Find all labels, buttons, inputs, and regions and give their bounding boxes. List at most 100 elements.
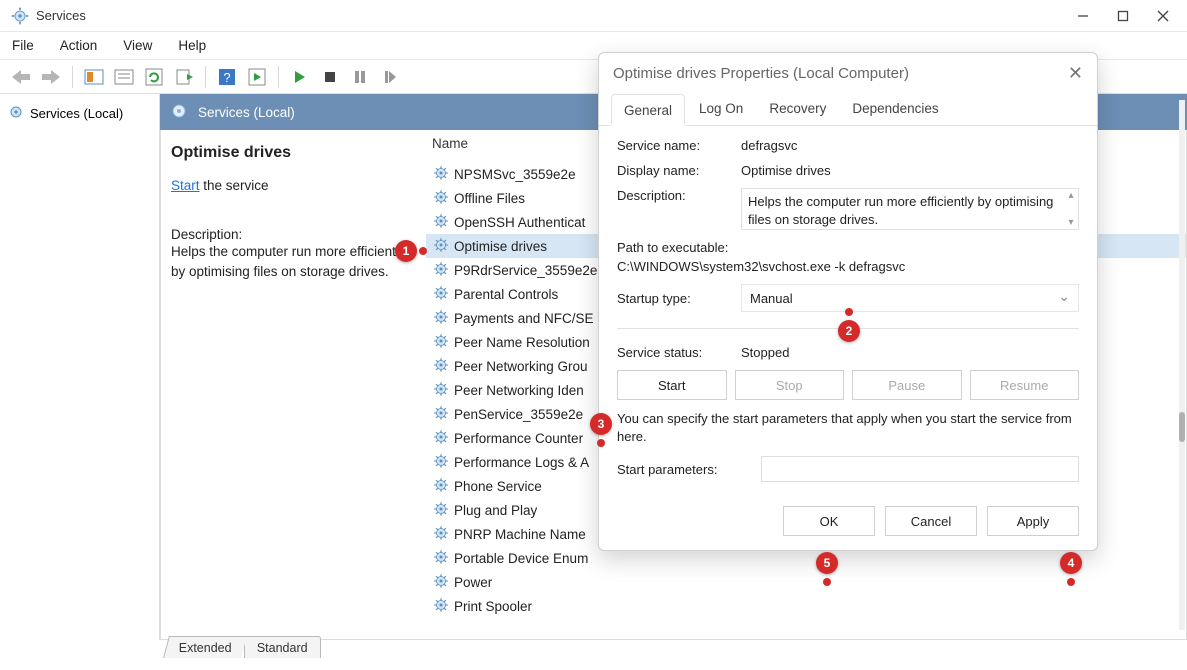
start-link[interactable]: Start <box>171 178 200 193</box>
pause-button: Pause <box>852 370 962 400</box>
gear-icon <box>432 284 450 305</box>
menu-file[interactable]: File <box>12 38 34 53</box>
service-name: Print Spooler <box>454 599 532 614</box>
dialog-title: Optimise drives Properties (Local Comput… <box>613 65 909 82</box>
export-button[interactable] <box>171 64 197 90</box>
service-name: Optimise drives <box>454 239 547 254</box>
resume-button: Resume <box>970 370 1080 400</box>
close-button[interactable] <box>1155 8 1171 24</box>
content-header-title: Services (Local) <box>198 105 295 120</box>
tree-node-label: Services (Local) <box>30 106 123 121</box>
service-name: Payments and NFC/SE <box>454 311 594 326</box>
dialog-close-button[interactable]: ✕ <box>1068 63 1083 84</box>
gear-icon <box>432 452 450 473</box>
properties-dialog: Optimise drives Properties (Local Comput… <box>598 52 1098 551</box>
services-icon <box>10 6 30 26</box>
description-value: Helps the computer run more efficiently … <box>748 194 1053 227</box>
gear-icon <box>432 260 450 281</box>
service-name: PenService_3559e2e <box>454 407 583 422</box>
gear-icon <box>432 356 450 377</box>
gear-icon <box>432 236 450 257</box>
service-name: Peer Name Resolution <box>454 335 590 350</box>
gear-icon <box>432 164 450 185</box>
refresh-button[interactable] <box>141 64 167 90</box>
selection-pane: Optimise drives Start the service Descri… <box>161 130 426 639</box>
start-button[interactable]: Start <box>617 370 727 400</box>
gear-icon <box>432 404 450 425</box>
path-value: C:\WINDOWS\system32\svchost.exe -k defra… <box>617 259 1079 274</box>
service-name: Peer Networking Iden <box>454 383 584 398</box>
tab-recovery[interactable]: Recovery <box>757 93 838 125</box>
pause-button[interactable] <box>347 64 373 90</box>
service-name: P9RdrService_3559e2e <box>454 263 597 278</box>
gear-icon <box>170 102 188 123</box>
play-button[interactable] <box>287 64 313 90</box>
service-row[interactable]: Print Spooler <box>426 594 1186 618</box>
start-suffix: the service <box>200 178 269 193</box>
startup-type-label: Startup type: <box>617 291 737 306</box>
gear-icon <box>432 380 450 401</box>
tree-node-services-local[interactable]: Services (Local) <box>6 102 153 125</box>
window-title: Services <box>36 8 86 23</box>
start-params-label: Start parameters: <box>617 462 757 477</box>
display-name-value: Optimise drives <box>741 163 1079 178</box>
menu-view[interactable]: View <box>123 38 152 53</box>
service-name: Offline Files <box>454 191 525 206</box>
tab-extended[interactable]: Extended <box>163 636 247 658</box>
gear-icon <box>432 500 450 521</box>
service-name: NPSMSvc_3559e2e <box>454 167 576 182</box>
scrollbar-thumb[interactable] <box>1179 412 1185 442</box>
service-name: Portable Device Enum <box>454 551 588 566</box>
dialog-titlebar: Optimise drives Properties (Local Comput… <box>599 53 1097 93</box>
tab-logon[interactable]: Log On <box>687 93 755 125</box>
menu-action[interactable]: Action <box>60 38 98 53</box>
gear-icon <box>432 548 450 569</box>
tab-dependencies[interactable]: Dependencies <box>840 93 950 125</box>
description-label: Description: <box>617 188 737 230</box>
tab-general[interactable]: General <box>611 94 685 126</box>
service-name: Performance Logs & A <box>454 455 589 470</box>
forward-button[interactable] <box>38 64 64 90</box>
callout-5: 5 <box>816 552 838 574</box>
ok-button[interactable]: OK <box>783 506 875 536</box>
help-button[interactable]: ? <box>214 64 240 90</box>
toolbar-icon-2[interactable] <box>111 64 137 90</box>
tab-standard[interactable]: Standard <box>244 636 321 658</box>
cancel-button[interactable]: Cancel <box>885 506 977 536</box>
service-name: OpenSSH Authenticat <box>454 215 585 230</box>
apply-button[interactable]: Apply <box>987 506 1079 536</box>
startup-type-select[interactable]: Manual <box>741 284 1079 312</box>
stop-button[interactable] <box>317 64 343 90</box>
gear-icon <box>432 308 450 329</box>
selected-service-title: Optimise drives <box>171 144 416 162</box>
gear-icon <box>432 476 450 497</box>
menu-help[interactable]: Help <box>178 38 206 53</box>
scrollbar[interactable] <box>1179 100 1185 630</box>
restart-button[interactable] <box>377 64 403 90</box>
display-name-label: Display name: <box>617 163 737 178</box>
description-label: Description: <box>171 227 416 242</box>
window-controls <box>1075 8 1183 24</box>
description-box[interactable]: Helps the computer run more efficiently … <box>741 188 1079 230</box>
tree-panel: Services (Local) <box>0 94 160 640</box>
svg-text:?: ? <box>223 70 230 85</box>
stop-button: Stop <box>735 370 845 400</box>
gear-icon <box>432 572 450 593</box>
minimize-button[interactable] <box>1075 8 1091 24</box>
callout-1: 1 <box>395 240 417 262</box>
startup-type-value: Manual <box>750 291 793 306</box>
service-name-label: Service name: <box>617 138 737 153</box>
description-text: Helps the computer run more efficiently … <box>171 242 416 281</box>
callout-3: 3 <box>590 413 612 435</box>
start-params-input[interactable] <box>761 456 1079 482</box>
bottom-tabs: ExtendedStandard <box>166 636 321 658</box>
service-name: Peer Networking Grou <box>454 359 588 374</box>
service-name: Phone Service <box>454 479 542 494</box>
toolbar-icon-6[interactable] <box>244 64 270 90</box>
gear-icon <box>432 428 450 449</box>
callout-4: 4 <box>1060 552 1082 574</box>
back-button[interactable] <box>8 64 34 90</box>
maximize-button[interactable] <box>1115 8 1131 24</box>
description-scroll[interactable]: ▴▾ <box>1064 189 1078 229</box>
toolbar-icon-1[interactable] <box>81 64 107 90</box>
